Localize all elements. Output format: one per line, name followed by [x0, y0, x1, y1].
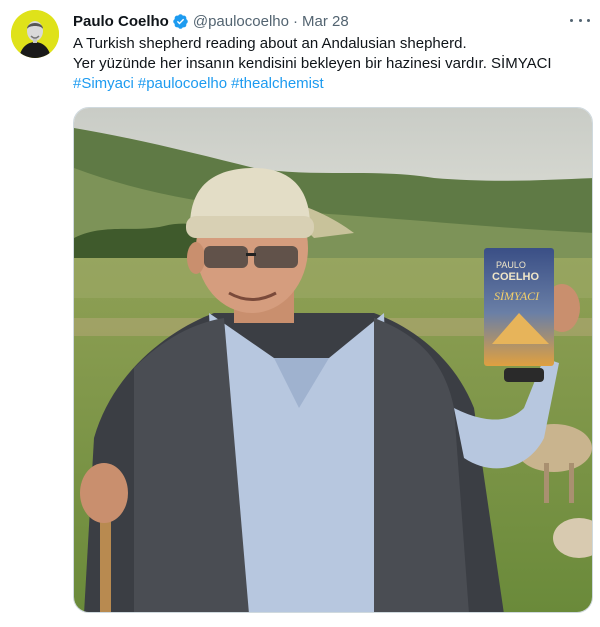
- author-handle[interactable]: @paulocoelho: [193, 13, 289, 30]
- hashtag-link[interactable]: #Simyaci: [73, 75, 134, 92]
- hashtag-list: #Simyaci #paulocoelho #thealchemist: [73, 74, 593, 94]
- tweet-timestamp[interactable]: Mar 28: [302, 13, 349, 30]
- tweet-text: A Turkish shepherd reading about an Anda…: [73, 34, 593, 94]
- shepherd-photo: PAULO COELHO SİMYACI: [74, 108, 592, 612]
- book-title: SİMYACI: [494, 289, 540, 303]
- book-author-top: PAULO: [496, 260, 526, 270]
- more-options-icon[interactable]: [570, 12, 590, 28]
- separator-dot: ·: [292, 12, 298, 30]
- tweet-text-line: Yer yüzünde her insanın kendisini bekley…: [73, 55, 552, 72]
- verified-badge-icon[interactable]: [172, 13, 189, 30]
- author-display-name[interactable]: Paulo Coelho: [73, 13, 169, 30]
- tweet-text-line: A Turkish shepherd reading about an Anda…: [73, 35, 467, 52]
- book-author-bottom: COELHO: [492, 271, 540, 283]
- avatar-portrait-icon: [11, 10, 59, 58]
- hashtag-link[interactable]: #paulocoelho: [138, 75, 227, 92]
- tweet-header: Paulo Coelho @paulocoelho · Mar 28: [73, 11, 349, 31]
- hashtag-link[interactable]: #thealchemist: [231, 75, 324, 92]
- tweet-photo[interactable]: PAULO COELHO SİMYACI: [73, 107, 593, 613]
- avatar[interactable]: [11, 10, 59, 58]
- tweet-card[interactable]: Paulo Coelho @paulocoelho · Mar 28 A Tur…: [0, 0, 600, 627]
